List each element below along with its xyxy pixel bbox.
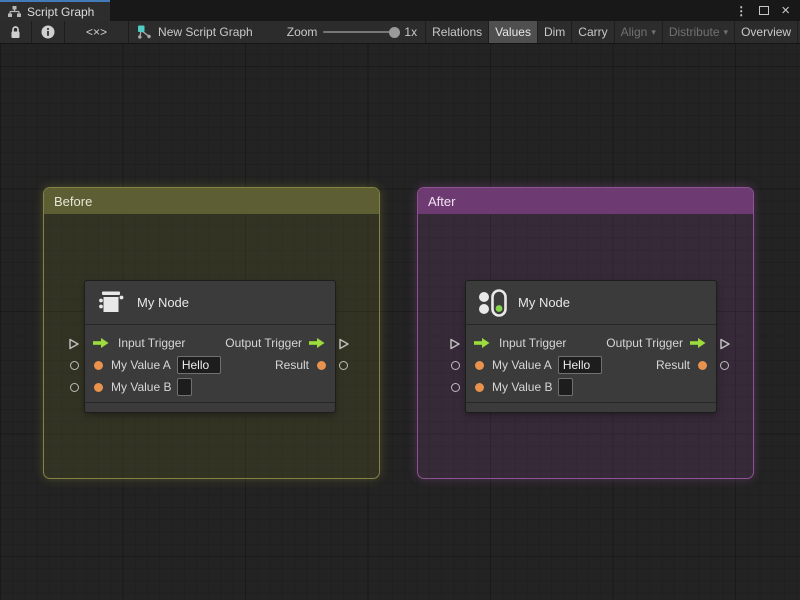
node-after-body: Input Trigger Output Trigger My Value A (466, 325, 716, 402)
carry-button[interactable]: Carry (572, 21, 615, 43)
code-view-button[interactable]: <×> (65, 21, 130, 43)
value-a-input[interactable] (557, 356, 602, 374)
value-b-input[interactable] (558, 378, 574, 396)
values-button[interactable]: Values (489, 21, 538, 43)
value-port-icon (698, 360, 707, 370)
values-label: Values (495, 25, 531, 39)
align-button[interactable]: Align ▾ (615, 21, 663, 43)
flow-arrow-icon (93, 338, 109, 348)
output-trigger-label: Output Trigger (225, 336, 302, 350)
value-b-row: My Value B (85, 376, 335, 398)
flow-input-port-icon[interactable] (449, 338, 461, 350)
group-before-label: Before (54, 193, 93, 209)
value-b-label: My Value B (492, 380, 553, 394)
zoom-value: 1x (404, 25, 418, 39)
relations-button[interactable]: Relations (425, 21, 490, 43)
value-port-icon (317, 360, 326, 370)
tab-script-graph[interactable]: Script Graph (0, 0, 111, 21)
node-title: My Node (518, 295, 571, 310)
flow-arrow-icon (690, 338, 706, 348)
value-a-row: My Value A Result (466, 354, 716, 376)
lock-button[interactable] (0, 21, 32, 43)
relations-label: Relations (432, 25, 483, 39)
value-a-label: My Value A (111, 358, 171, 372)
distribute-label: Distribute (668, 25, 720, 39)
value-input-port-icon[interactable] (451, 361, 460, 370)
value-port-icon (94, 360, 103, 370)
graph-toolbar: <×> New Script Graph Zoom 1x Relations V… (0, 21, 800, 44)
script-graph-asset-icon (138, 25, 151, 39)
distribute-button[interactable]: Distribute ▾ (663, 21, 736, 43)
flow-input-port-icon[interactable] (68, 338, 80, 350)
close-icon[interactable]: × (781, 3, 790, 18)
result-label: Result (274, 358, 309, 372)
code-view-icon: <×> (86, 25, 108, 39)
overview-button[interactable]: Overview (735, 21, 799, 43)
group-after-header[interactable]: After (418, 188, 753, 214)
script-graph-window: Script Graph ⋮ × <×> New Script Graph Zo… (0, 0, 800, 600)
value-b-input[interactable] (177, 378, 193, 396)
graph-canvas[interactable]: Before After My Node Input Trigger Outpu… (0, 44, 800, 600)
node-my-node-after[interactable]: My Node Input Trigger Output Trigger My … (466, 281, 716, 412)
value-port-icon (475, 382, 484, 392)
window-controls: ⋮ × (735, 0, 800, 21)
group-before-header[interactable]: Before (44, 188, 379, 214)
value-b-row: My Value B (466, 376, 716, 398)
overview-label: Overview (741, 25, 792, 39)
flow-arrow-icon (474, 338, 490, 348)
zoom-slider-handle[interactable] (389, 26, 401, 38)
value-a-label: My Value A (492, 358, 552, 372)
value-a-row: My Value A Result (85, 354, 335, 376)
maximize-icon[interactable] (759, 6, 770, 15)
title-bar: Script Graph ⋮ × (0, 0, 800, 21)
zoom-label: Zoom (286, 25, 318, 39)
group-after-label: After (428, 193, 456, 209)
node-after-header[interactable]: My Node (466, 281, 716, 325)
input-trigger-label: Input Trigger (118, 336, 186, 350)
value-a-input[interactable] (176, 356, 221, 374)
lock-icon (11, 26, 20, 38)
node-before-header[interactable]: My Node (85, 281, 335, 325)
flow-arrow-icon (309, 338, 325, 348)
zoom-control: Zoom 1x (261, 21, 425, 43)
trigger-row: Input Trigger Output Trigger (85, 332, 335, 354)
default-node-icon (99, 291, 124, 312)
new-script-graph-button[interactable]: New Script Graph (129, 21, 261, 43)
value-b-label: My Value B (111, 380, 172, 394)
view-options-group: Relations Values Dim Carry Align ▾ Distr… (425, 21, 800, 43)
flow-output-port-icon[interactable] (719, 338, 731, 350)
node-my-node-before[interactable]: My Node Input Trigger Output Trigger My … (85, 281, 335, 412)
toggle-node-icon (479, 288, 507, 317)
node-before-body: Input Trigger Output Trigger My Value A (85, 325, 335, 402)
info-button[interactable] (32, 21, 65, 43)
value-port-icon (475, 360, 484, 370)
output-trigger-label: Output Trigger (606, 336, 683, 350)
input-trigger-label: Input Trigger (499, 336, 567, 350)
value-port-icon (94, 382, 103, 392)
trigger-row: Input Trigger Output Trigger (466, 332, 716, 354)
tab-label: Script Graph (27, 4, 95, 19)
carry-label: Carry (578, 25, 608, 39)
value-input-port-icon[interactable] (70, 383, 79, 392)
value-input-port-icon[interactable] (451, 383, 460, 392)
chevron-down-icon: ▾ (651, 26, 656, 37)
zoom-slider[interactable] (323, 26, 401, 38)
flow-output-port-icon[interactable] (338, 338, 350, 350)
value-output-port-icon[interactable] (339, 361, 348, 370)
dim-label: Dim (543, 25, 566, 39)
graph-hierarchy-icon (8, 5, 21, 17)
node-before-footer (85, 402, 335, 412)
value-output-port-icon[interactable] (720, 361, 729, 370)
dim-button[interactable]: Dim (538, 21, 573, 43)
align-label: Align (620, 25, 648, 39)
info-icon (41, 25, 55, 39)
node-title: My Node (137, 295, 190, 310)
menu-kebab-icon[interactable]: ⋮ (735, 4, 747, 18)
result-label: Result (655, 358, 690, 372)
new-script-graph-label: New Script Graph (158, 25, 253, 39)
value-input-port-icon[interactable] (70, 361, 79, 370)
chevron-down-icon: ▾ (723, 26, 729, 37)
node-after-footer (466, 402, 716, 412)
